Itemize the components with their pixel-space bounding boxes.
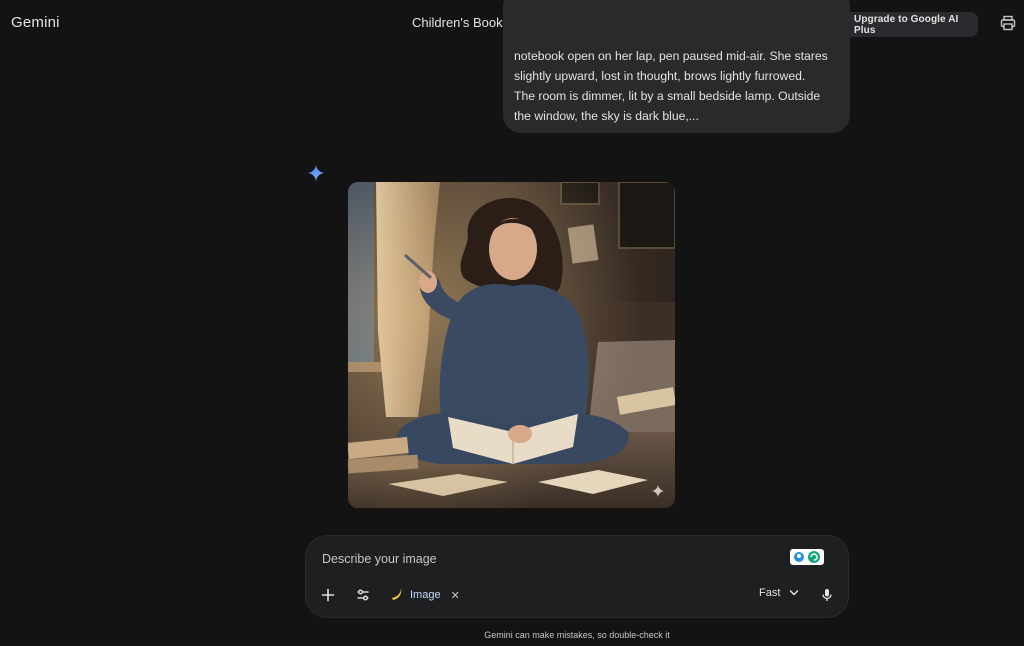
close-icon[interactable]: ✕ <box>451 589 460 602</box>
mic-icon[interactable] <box>818 586 836 604</box>
brand-logo[interactable]: Gemini <box>11 14 60 31</box>
composer-toolbar: Image ✕ Fast <box>306 586 848 606</box>
gemini-spark-icon <box>307 164 325 182</box>
prompt-input[interactable] <box>322 550 762 568</box>
generated-image[interactable] <box>348 182 675 508</box>
image-chip-label: Image <box>410 589 441 601</box>
user-message-bubble: notebook open on her lap, pen paused mid… <box>503 0 850 133</box>
gemini-spark-icon <box>651 484 665 498</box>
upgrade-label: Upgrade to Google AI Plus <box>854 13 959 36</box>
image-tool-chip[interactable]: Image ✕ <box>390 586 460 604</box>
gemini-app: Gemini Children's Book Character Design … <box>0 0 1024 646</box>
print-icon[interactable] <box>1000 15 1016 31</box>
mode-label: Fast <box>759 587 781 599</box>
extension-icons[interactable] <box>790 549 824 565</box>
banana-icon <box>390 588 404 602</box>
tune-icon[interactable] <box>354 586 372 604</box>
chevron-down-icon <box>789 588 799 598</box>
mode-selector[interactable]: Fast <box>759 587 799 599</box>
prompt-composer: Image ✕ Fast <box>305 535 849 618</box>
plus-icon[interactable] <box>319 586 337 604</box>
disclaimer-text: Gemini can make mistakes, so double-chec… <box>484 630 670 640</box>
user-message-text: notebook open on her lap, pen paused mid… <box>514 49 828 123</box>
